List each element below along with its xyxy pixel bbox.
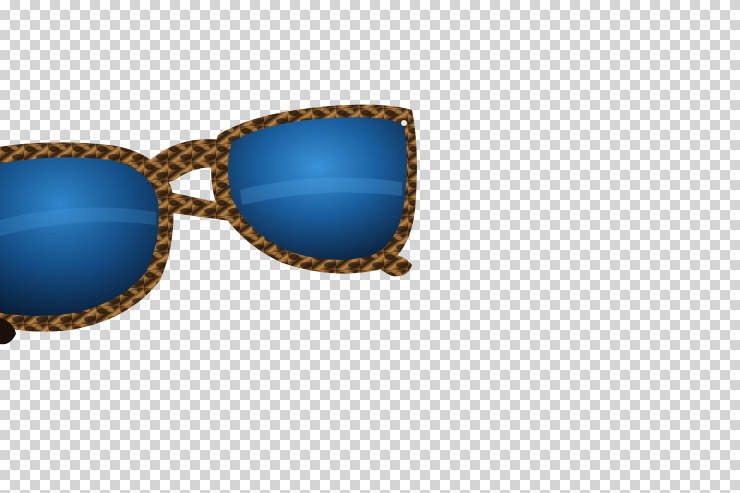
transparent-background xyxy=(0,0,740,493)
sunglasses-icon xyxy=(0,104,417,345)
hinge-rivet xyxy=(401,120,407,126)
